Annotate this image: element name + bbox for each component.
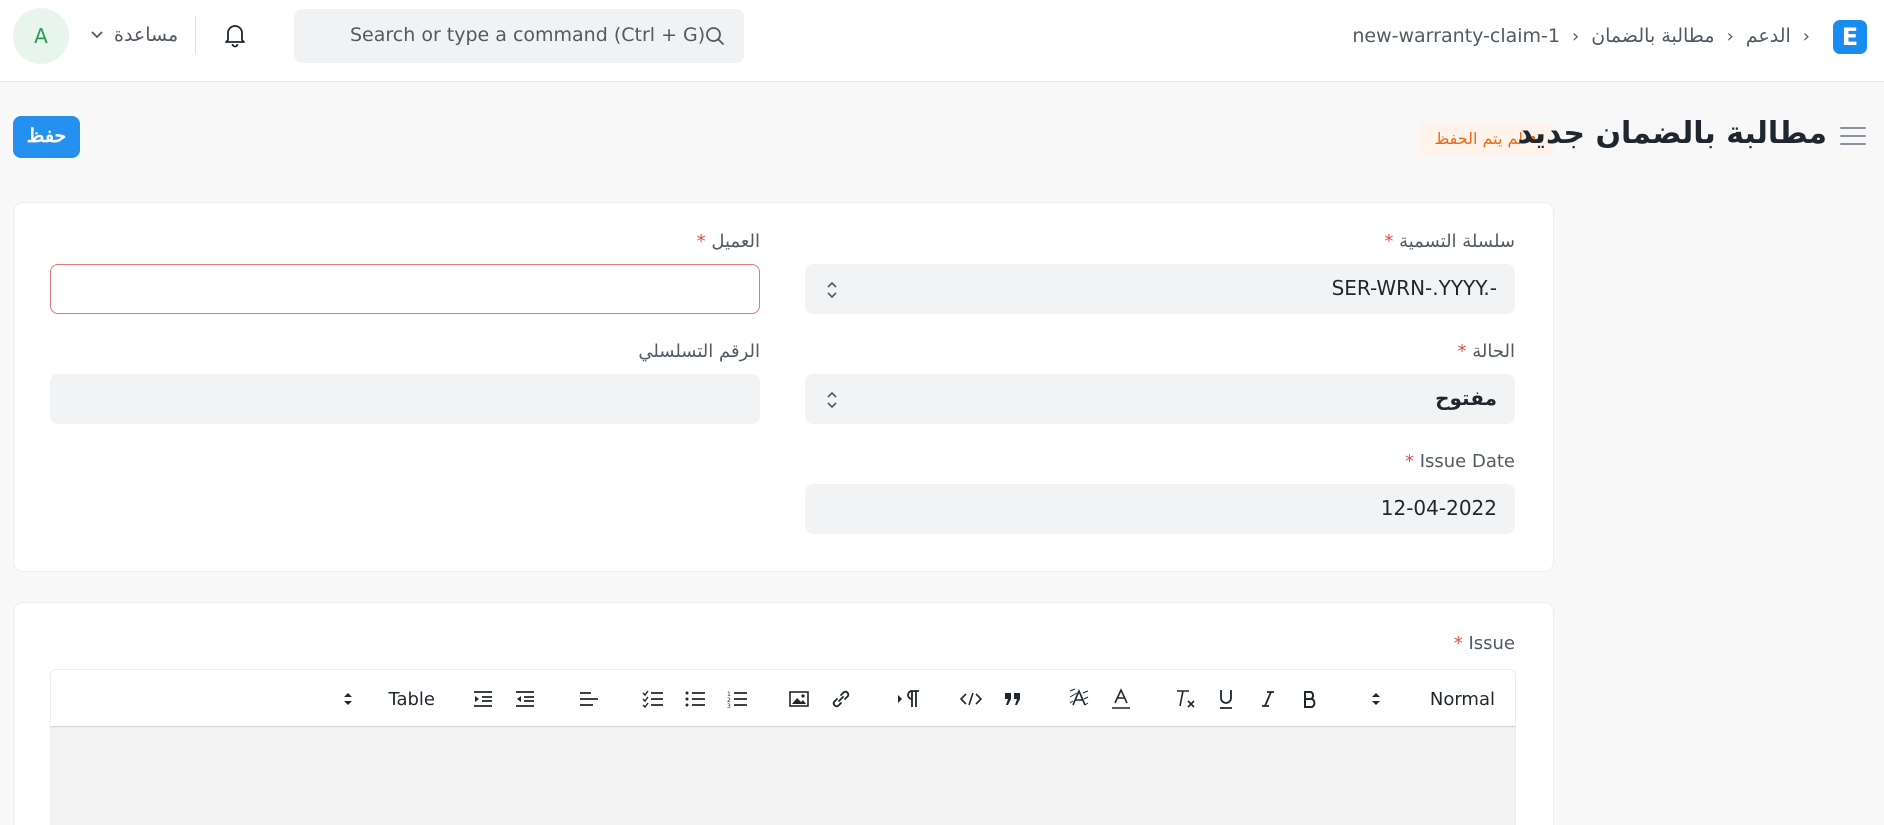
italic-icon[interactable] xyxy=(1255,686,1281,712)
serial-no-label: الرقم التسلسلي xyxy=(638,341,760,362)
search-input[interactable]: Search or type a command (Ctrl + G) xyxy=(350,24,705,46)
outdent-icon[interactable] xyxy=(511,686,539,712)
app-logo[interactable]: E xyxy=(1833,20,1867,54)
issue-label: * Issue xyxy=(1453,633,1515,654)
bold-icon[interactable] xyxy=(1297,686,1323,712)
status-label: الحالة * xyxy=(1457,341,1515,362)
chevron-down-icon xyxy=(91,31,103,39)
naming-series-select[interactable]: SER-WRN-.YYYY.- xyxy=(805,264,1515,314)
bullet-list-icon[interactable] xyxy=(681,686,709,712)
align-icon[interactable] xyxy=(575,686,603,712)
issue-date-field[interactable]: 12-04-2022 xyxy=(805,484,1515,534)
table-select[interactable]: Table xyxy=(343,686,435,712)
navbar-divider xyxy=(195,16,196,54)
select-arrows-icon xyxy=(827,281,837,299)
editor-toolbar: Normal 123 Table xyxy=(50,669,1516,727)
indent-icon[interactable] xyxy=(469,686,497,712)
help-dropdown[interactable]: مساعدة xyxy=(90,20,178,50)
svg-text:3: 3 xyxy=(727,703,731,710)
text-color-icon[interactable] xyxy=(1107,686,1135,712)
check-list-icon[interactable] xyxy=(639,686,667,712)
select-arrows-icon xyxy=(827,391,837,409)
blockquote-icon[interactable] xyxy=(999,686,1027,712)
header-select[interactable]: Normal xyxy=(1371,686,1495,712)
chevron-icon: ‹ xyxy=(1571,25,1580,47)
chevron-icon: ‹ xyxy=(1726,25,1734,47)
help-label: مساعدة xyxy=(114,24,179,46)
text-direction-icon[interactable] xyxy=(893,686,925,712)
chevron-icon: ‹ xyxy=(1802,25,1810,47)
status-badge-label: لم يتم الحفظ xyxy=(1434,129,1524,148)
select-arrows-icon xyxy=(1372,693,1380,705)
status-select[interactable]: مفتوح xyxy=(805,374,1515,424)
page-title: مطالبة بالضمان جديد xyxy=(1517,116,1827,151)
breadcrumb: ‹ الدعم ‹ مطالبة بالضمان ‹ new-warranty-… xyxy=(1352,22,1810,50)
breadcrumb-item-current[interactable]: new-warranty-claim-1 xyxy=(1352,25,1560,47)
link-icon[interactable] xyxy=(827,686,855,712)
select-arrows-icon xyxy=(344,693,352,705)
notification-bell-icon[interactable] xyxy=(220,20,250,50)
search-icon xyxy=(706,27,724,45)
ordered-list-icon[interactable]: 123 xyxy=(723,686,751,712)
breadcrumb-item-support[interactable]: الدعم xyxy=(1746,25,1791,47)
code-block-icon[interactable] xyxy=(957,686,985,712)
navbar: E ‹ الدعم ‹ مطالبة بالضمان ‹ new-warrant… xyxy=(0,0,1884,82)
naming-series-label: سلسلة التسمية * xyxy=(1384,231,1515,252)
customer-field[interactable] xyxy=(50,264,760,314)
sidebar-toggle-icon[interactable] xyxy=(1840,127,1866,147)
issue-date-label: * Issue Date xyxy=(1404,451,1515,472)
underline-icon[interactable] xyxy=(1213,686,1239,712)
avatar[interactable]: A xyxy=(13,8,69,64)
save-button[interactable]: حفظ xyxy=(13,116,80,158)
issue-editor[interactable] xyxy=(50,727,1516,825)
background-color-icon[interactable] xyxy=(1065,686,1093,712)
image-icon[interactable] xyxy=(785,686,813,712)
breadcrumb-item-warranty-claim[interactable]: مطالبة بالضمان xyxy=(1591,25,1714,47)
search-bar[interactable]: Search or type a command (Ctrl + G) xyxy=(294,9,744,63)
customer-label: العميل * xyxy=(696,231,760,252)
serial-no-field[interactable] xyxy=(50,374,760,424)
clear-format-icon[interactable] xyxy=(1171,686,1201,712)
